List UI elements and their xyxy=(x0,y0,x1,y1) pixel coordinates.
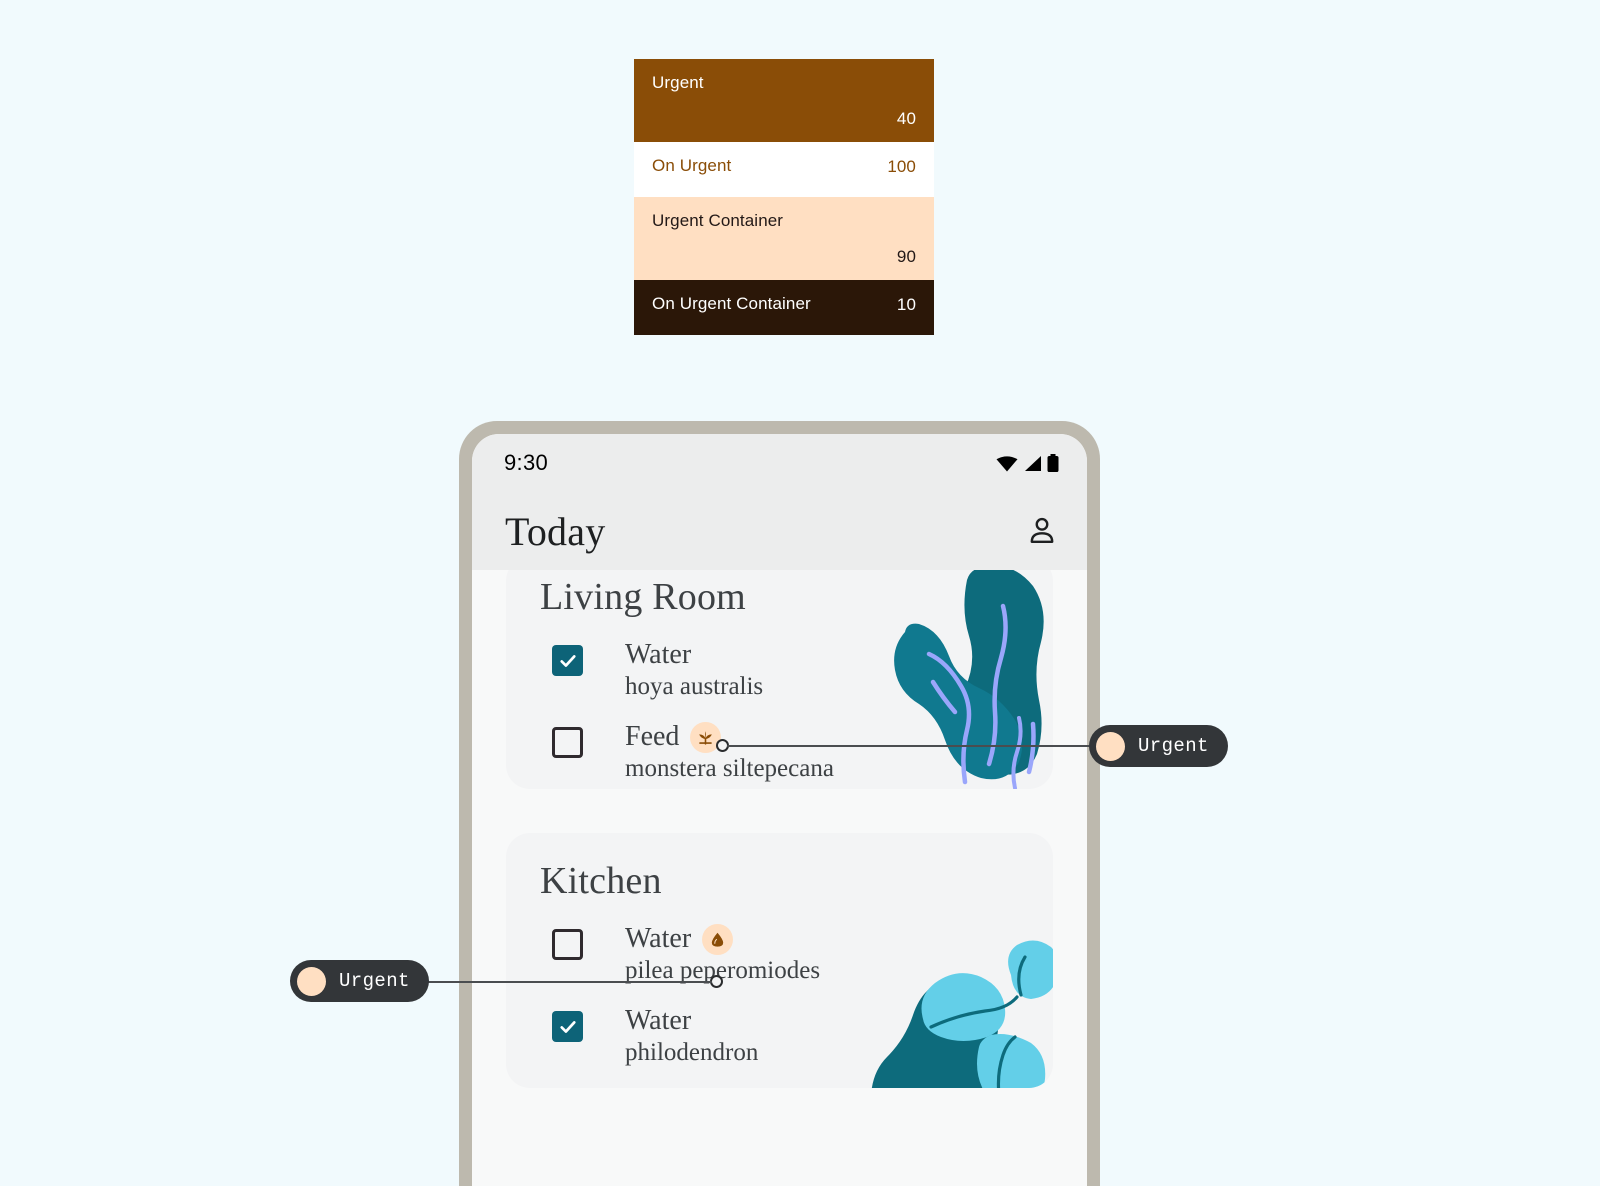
task-subtitle: hoya australis xyxy=(625,673,764,700)
seedling-glyph xyxy=(699,730,713,745)
task-text: Water pilea peperomiodes xyxy=(625,923,820,985)
task-title-line: Feed xyxy=(625,721,834,753)
task-title: Feed xyxy=(625,721,680,752)
callout-badge-urgent-water[interactable]: Urgent xyxy=(290,960,429,1002)
room-card-living-room[interactable]: Living Room Water hoya australis Feed mo… xyxy=(506,557,1053,789)
color-swatch-panel: Urgent 40 On Urgent 100 Urgent Container… xyxy=(634,59,934,335)
status-bar-time: 9:30 xyxy=(504,450,549,475)
phone-screen: 9:30 Today Living Room Water hoya austra… xyxy=(472,434,1087,1186)
task-row[interactable]: Water pilea peperomiodes xyxy=(506,923,1053,985)
task-subtitle: pilea peperomiodes xyxy=(625,957,821,984)
task-checkbox-checked[interactable] xyxy=(552,645,583,676)
task-title-line: Water xyxy=(625,1005,758,1037)
swatch-on-urgent[interactable]: On Urgent 100 xyxy=(634,142,934,197)
task-subtitle: philodendron xyxy=(625,1039,759,1066)
swatch-label: Urgent xyxy=(652,73,704,92)
task-title: Water xyxy=(625,923,692,954)
swatch-on-urgent-container[interactable]: On Urgent Container 10 xyxy=(634,280,934,335)
task-checkbox-checked[interactable] xyxy=(552,1011,583,1042)
swatch-label: Urgent Container xyxy=(652,211,784,230)
swatch-value: 100 xyxy=(887,157,916,176)
callout-color-dot xyxy=(1096,731,1125,761)
phone-mockup: 9:30 Today Living Room Water hoya austra… xyxy=(459,421,1100,1186)
room-title: Kitchen xyxy=(540,860,662,902)
status-bar-icons xyxy=(996,454,1059,472)
task-title: Water xyxy=(625,639,692,670)
task-checkbox-unchecked[interactable] xyxy=(552,929,583,960)
person-icon[interactable] xyxy=(1025,514,1059,548)
checkmark-icon xyxy=(559,1020,576,1033)
swatch-value: 90 xyxy=(896,247,916,266)
swatch-label: On Urgent xyxy=(652,156,732,175)
callout-color-dot xyxy=(297,966,326,996)
task-row[interactable]: Feed monstera siltepecana xyxy=(506,721,1053,783)
task-text: Water hoya australis xyxy=(625,639,763,701)
swatch-value: 40 xyxy=(896,109,916,128)
swatch-value: 10 xyxy=(896,295,916,314)
task-text: Feed monstera siltepecana xyxy=(625,721,834,783)
task-text: Water philodendron xyxy=(625,1005,758,1067)
swatch-label: On Urgent Container xyxy=(652,294,811,313)
task-row[interactable]: Water philodendron xyxy=(506,1005,1053,1067)
task-title-line: Water xyxy=(625,923,820,955)
page-title: Today xyxy=(505,508,606,554)
task-row[interactable]: Water hoya australis xyxy=(506,639,1053,701)
seedling-icon[interactable] xyxy=(690,721,722,753)
task-checkbox-unchecked[interactable] xyxy=(552,727,583,758)
swatch-urgent-container[interactable]: Urgent Container 90 xyxy=(634,197,934,280)
battery-icon xyxy=(1047,454,1059,472)
callout-label: Urgent xyxy=(1138,735,1209,757)
task-list-content[interactable]: Living Room Water hoya australis Feed mo… xyxy=(472,557,1087,1088)
task-title: Water xyxy=(625,1005,692,1036)
callout-label: Urgent xyxy=(339,970,410,992)
checkmark-icon xyxy=(559,654,576,667)
callout-badge-urgent-feed[interactable]: Urgent xyxy=(1089,725,1228,767)
cellular-signal-icon xyxy=(1025,455,1041,471)
status-bar: 9:30 xyxy=(472,434,1087,492)
water-drop-glyph xyxy=(711,932,724,947)
task-title-line: Water xyxy=(625,639,763,671)
task-subtitle: monstera siltepecana xyxy=(625,755,834,782)
water-drop-icon[interactable] xyxy=(702,923,734,955)
wifi-icon xyxy=(996,455,1018,471)
swatch-urgent[interactable]: Urgent 40 xyxy=(634,59,934,142)
room-card-kitchen[interactable]: Kitchen Water pilea peperomiodes Water p… xyxy=(506,833,1053,1088)
app-bar: Today xyxy=(472,492,1087,570)
